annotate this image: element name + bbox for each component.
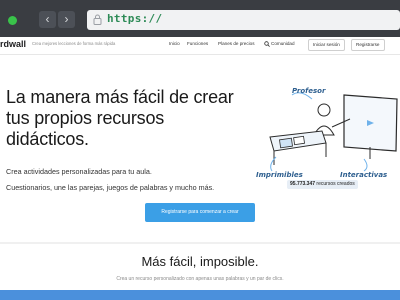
label-printables: Imprimibles [256,171,303,179]
nav-link-comunidad[interactable]: Comunidad [271,41,295,46]
nav-link-planes[interactable]: Planes de precios [218,41,255,46]
section-subtitle: Crea un recurso personalizado con apenas… [116,276,284,282]
hero-subtitle: Crea actividades personalizadas para tu … [6,167,152,176]
site-logo[interactable]: rdwall [0,39,26,49]
nav-link-inicio[interactable]: Inicio [169,41,180,46]
browser-chrome: ‹ › https:// [0,0,400,37]
hero-title-line: La manera más fácil de crear [6,87,234,107]
back-button[interactable]: ‹ [39,11,56,28]
hero-title-line: didácticos. [6,129,89,149]
address-bar[interactable]: https:// [87,10,400,30]
section-title: Más fácil, imposible. [141,254,259,269]
forward-button[interactable]: › [58,11,75,28]
web-page: rdwall Crea mejores lecciones de forma m… [0,37,400,290]
hero-title: La manera más fácil de crear tus propios… [6,87,256,150]
back-icon: ‹ [45,12,50,26]
desktop-background [0,290,400,300]
label-interactive: Interactivas [340,171,387,179]
url-text: https:// [107,12,163,25]
login-button[interactable]: Iniciar sesión [308,39,345,51]
counter-label: recursos creados [316,181,355,187]
signup-button[interactable]: Registrarse [351,39,385,51]
hero-subtitle-2: Cuestionarios, une las parejas, juegos d… [6,183,215,192]
search-icon [264,41,270,47]
hero-title-line: tus propios recursos [6,108,165,128]
window-control-dot[interactable] [8,16,17,25]
site-tagline: Crea mejores lecciones de forma más rápi… [32,41,116,46]
signup-cta-button[interactable]: Registrarse para comenzar a crear [145,203,255,222]
hero-illustration: Profesor Imprimibles Interactivas [256,87,398,179]
nav-link-funciones[interactable]: Funciones [187,41,208,46]
features-section: Más fácil, imposible. Crea un recurso pe… [0,242,400,290]
lock-icon [93,14,102,25]
resources-counter-badge: 95.773.347 recursos creados [287,180,358,189]
forward-icon: › [64,12,69,26]
top-navigation: rdwall Crea mejores lecciones de forma m… [0,37,400,55]
counter-value: 95.773.347 [290,181,316,187]
label-teacher: Profesor [292,87,326,95]
